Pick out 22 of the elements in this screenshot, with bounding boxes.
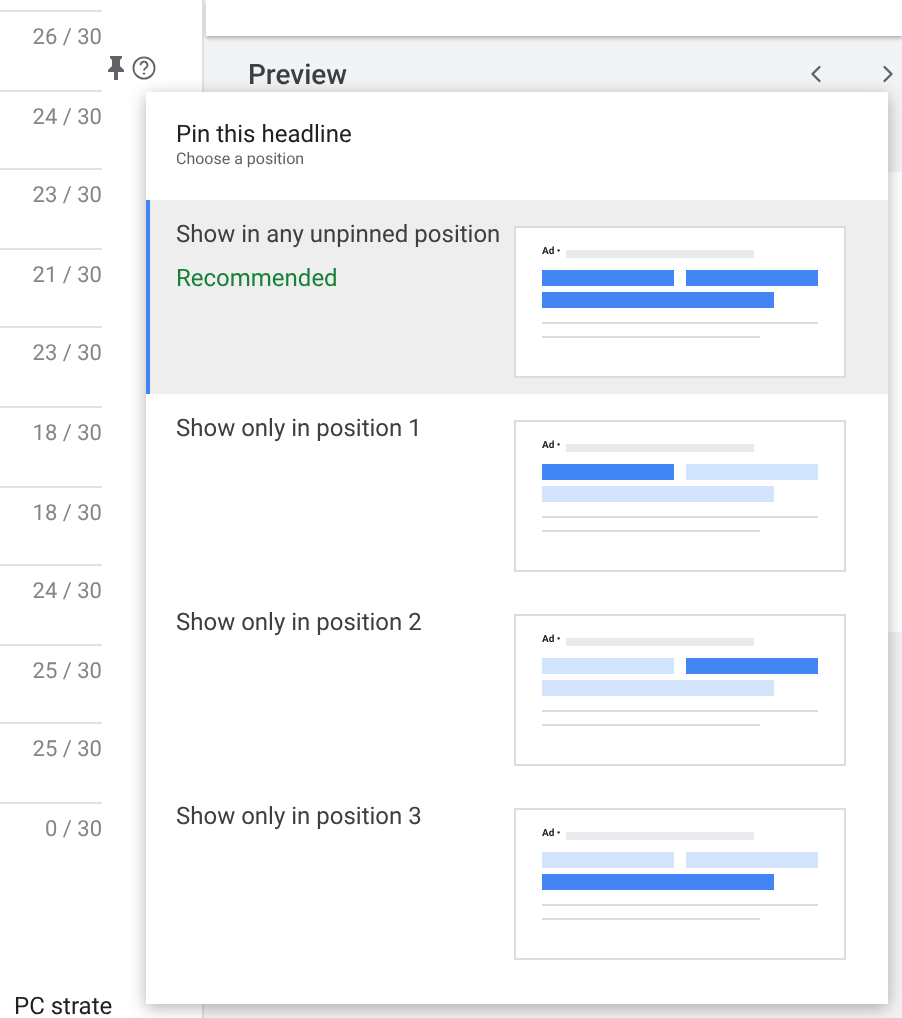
help-icon[interactable]: [132, 56, 156, 80]
recommended-label: Recommended: [176, 264, 340, 292]
option-label: Show only in position 3: [176, 802, 422, 830]
option-label: Show only in position 2: [176, 608, 422, 636]
preview-title: Preview: [248, 60, 348, 92]
option-label: Show only in position 1: [176, 414, 422, 442]
character-counter: 25 / 30: [32, 655, 102, 688]
popup-subtitle: Choose a position: [176, 148, 307, 172]
character-counter: 21 / 30: [32, 259, 102, 292]
character-counter: 25 / 30: [32, 734, 102, 767]
character-counter: 26 / 30: [32, 22, 102, 54]
character-counter: 0 / 30: [44, 813, 102, 846]
popup-title: Pin this headline: [176, 120, 354, 148]
character-counter: 23 / 30: [32, 338, 102, 371]
character-counter: 24 / 30: [32, 101, 102, 134]
character-counter: 18 / 30: [32, 497, 102, 530]
character-counter: 23 / 30: [32, 180, 102, 213]
character-counter: 18 / 30: [32, 417, 102, 450]
option-label: Show in any unpinned position: [176, 220, 501, 248]
character-counter: 24 / 30: [32, 576, 102, 609]
pin-icon[interactable]: [106, 56, 126, 80]
body-text: PC strate: [14, 994, 115, 1018]
